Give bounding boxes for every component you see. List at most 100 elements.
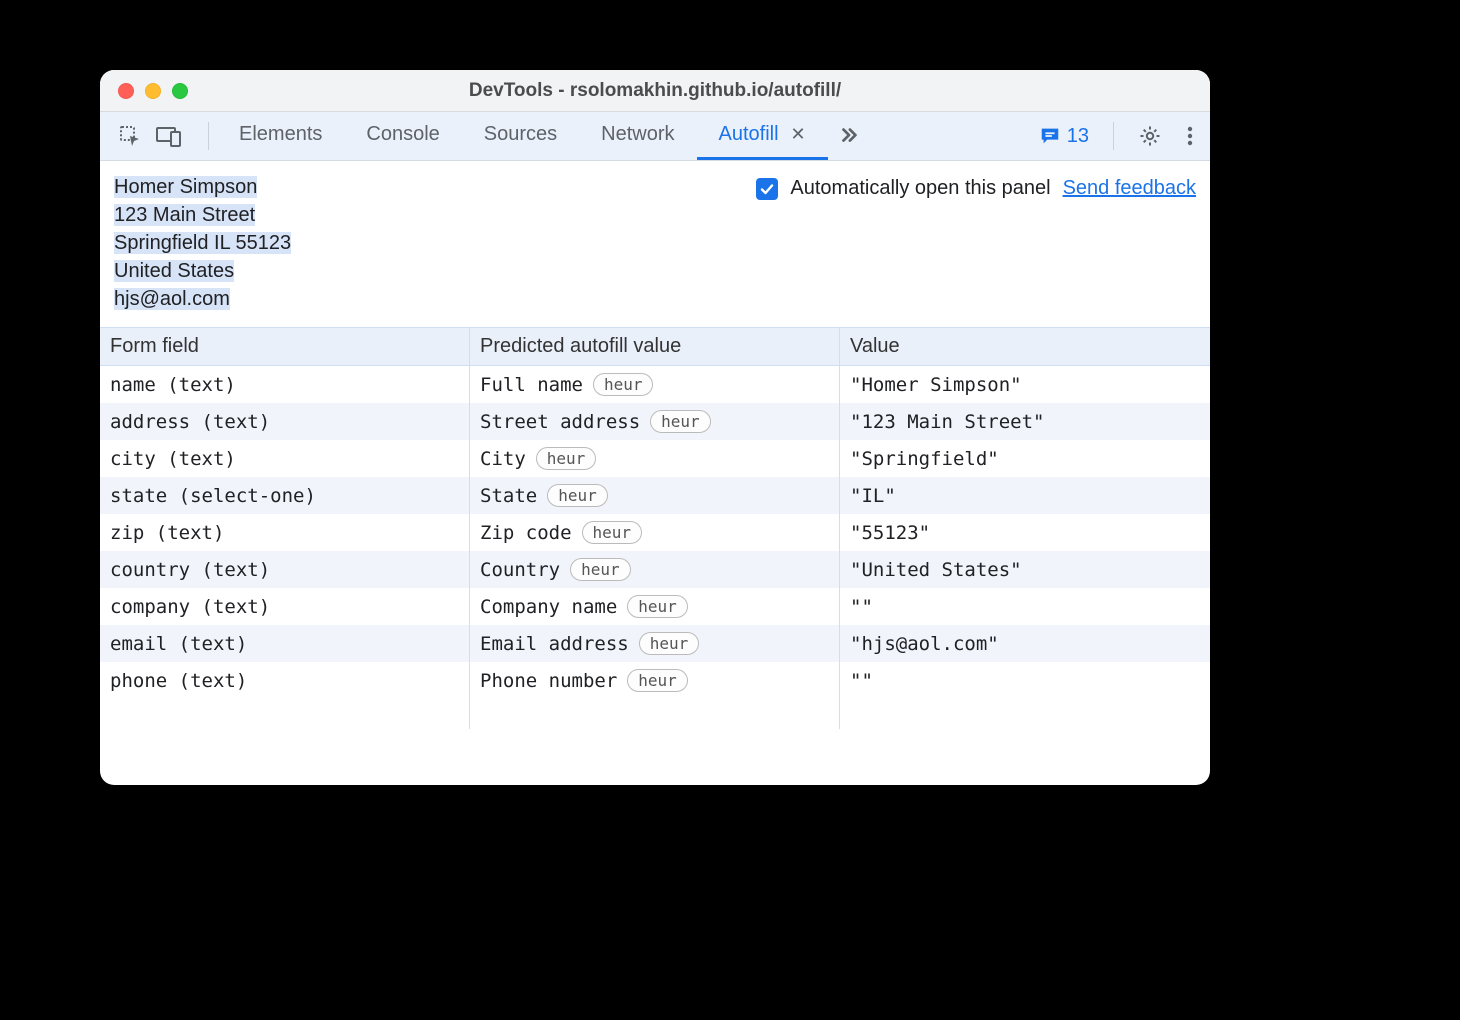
cell-predicted: Phone number heur — [470, 662, 840, 699]
settings-gear-icon[interactable] — [1138, 124, 1162, 148]
cell-value: "Springfield" — [840, 440, 1210, 477]
table-row[interactable]: zip (text)Zip codeheur"55123" — [100, 514, 1210, 551]
address-line: 123 Main Street — [114, 204, 255, 226]
cell-predicted: City heur — [470, 440, 840, 477]
cell-value: "United States" — [840, 551, 1210, 588]
more-tabs-icon[interactable] — [830, 125, 868, 147]
address-line: Springfield IL 55123 — [114, 232, 291, 254]
cell-predicted: Email address heur — [470, 625, 840, 662]
table-body: name (text)Full nameheur"Homer Simpson"a… — [100, 366, 1210, 699]
checkmark-icon — [759, 181, 775, 197]
cell-value: "hjs@aol.com" — [840, 625, 1210, 662]
heur-badge: heur — [627, 669, 688, 692]
tab-network[interactable]: Network — [579, 112, 696, 160]
cell-form-field: email (text) — [100, 625, 470, 662]
cell-predicted: Country heur — [470, 551, 840, 588]
table-row[interactable]: city (text) City heur "Springfield" — [100, 440, 1210, 477]
col-header-value[interactable]: Value — [840, 328, 1210, 365]
toolbar-separator — [208, 122, 209, 150]
address-line: Homer Simpson — [114, 176, 257, 198]
cell-form-field: company (text) — [100, 588, 470, 625]
col-header-form-field[interactable]: Form field — [100, 328, 470, 365]
tab-console[interactable]: Console — [344, 112, 461, 160]
heur-badge: heur — [582, 521, 643, 544]
heur-badge: heur — [650, 410, 711, 433]
cell-value: "" — [840, 662, 1210, 699]
tab-elements[interactable]: Elements — [217, 112, 344, 160]
predicted-label: Phone number — [480, 670, 617, 692]
table-row[interactable]: company (text) Company name heur "" — [100, 588, 1210, 625]
cell-predicted: Full name heur — [470, 366, 840, 403]
cell-form-field: address (text) — [100, 403, 470, 440]
tabs-container: Elements Console Sources Network Autofill ✕ — [217, 112, 828, 160]
titlebar: DevTools - rsolomakhin.github.io/autofil… — [100, 70, 1210, 112]
predicted-label: Zip code — [480, 522, 572, 544]
minimize-window-button[interactable] — [145, 83, 161, 99]
devtools-toolbar: Elements Console Sources Network Autofill ✕ 1… — [100, 112, 1210, 161]
tab-sources[interactable]: Sources — [462, 112, 579, 160]
messages-indicator[interactable]: 13 — [1039, 125, 1089, 148]
tab-label: Network — [601, 123, 674, 146]
predicted-label: Country — [480, 559, 560, 581]
tab-autofill[interactable]: Autofill ✕ — [697, 112, 828, 160]
address-preview: Homer Simpson 123 Main Street Springfield … — [114, 173, 291, 313]
predicted-label: Street address — [480, 411, 640, 433]
window-title: DevTools - rsolomakhin.github.io/autofil… — [100, 80, 1210, 102]
cell-form-field: country (text) — [100, 551, 470, 588]
zoom-window-button[interactable] — [172, 83, 188, 99]
message-icon — [1039, 125, 1061, 147]
predicted-label: City — [480, 448, 526, 470]
kebab-menu-icon[interactable] — [1180, 124, 1200, 148]
cell-form-field: state (select-one) — [100, 477, 470, 514]
table-header-row: Form field Predicted autofill value Valu… — [100, 328, 1210, 366]
toolbar-separator — [1113, 122, 1114, 150]
panel-header: Homer Simpson 123 Main Street Springfield … — [100, 161, 1210, 327]
tab-label: Autofill — [719, 123, 779, 146]
table-row[interactable]: address (text) Street address heur "123 Mai… — [100, 403, 1210, 440]
send-feedback-link[interactable]: Send feedback — [1063, 177, 1196, 200]
cell-value: "" — [840, 588, 1210, 625]
tab-label: Elements — [239, 123, 322, 146]
cell-value: "123 Main Street" — [840, 403, 1210, 440]
heur-badge: heur — [593, 373, 654, 396]
heur-badge: heur — [627, 595, 688, 618]
device-toolbar-icon[interactable] — [156, 125, 182, 147]
window-controls — [118, 83, 188, 99]
heur-badge: heur — [547, 484, 608, 507]
table-row[interactable]: phone (text) Phone number heur "" — [100, 662, 1210, 699]
heur-badge: heur — [570, 558, 631, 581]
cell-predicted: Company name heur — [470, 588, 840, 625]
table-row[interactable]: name (text)Full nameheur"Homer Simpson" — [100, 366, 1210, 403]
cell-predicted: State heur — [470, 477, 840, 514]
cell-predicted: Street address heur — [470, 403, 840, 440]
predicted-label: State — [480, 485, 537, 507]
tab-label: Console — [366, 123, 439, 146]
predicted-label: Full name — [480, 374, 583, 396]
predicted-label: Company name — [480, 596, 617, 618]
auto-open-checkbox[interactable] — [756, 178, 778, 200]
table-row[interactable]: country (text) Country heur "United States" — [100, 551, 1210, 588]
heur-badge: heur — [639, 632, 700, 655]
inspect-element-icon[interactable] — [118, 124, 142, 148]
cell-predicted: Zip code heur — [470, 514, 840, 551]
col-header-predicted[interactable]: Predicted autofill value — [470, 328, 840, 365]
table-row[interactable]: email (text) Email address heur "hjs@aol.co… — [100, 625, 1210, 662]
devtools-window: DevTools - rsolomakhin.github.io/autofil… — [100, 70, 1210, 785]
auto-open-label: Automatically open this panel — [790, 177, 1050, 200]
address-line: United States — [114, 260, 234, 282]
autofill-table: Form field Predicted autofill value Valu… — [100, 327, 1210, 785]
messages-count: 13 — [1067, 125, 1089, 148]
cell-form-field: name (text) — [100, 366, 470, 403]
heur-badge: heur — [536, 447, 597, 470]
table-empty-area — [100, 699, 1210, 729]
cell-value: "55123" — [840, 514, 1210, 551]
cell-form-field: city (text) — [100, 440, 470, 477]
table-row[interactable]: state (select-one) State heur "IL" — [100, 477, 1210, 514]
close-tab-icon[interactable]: ✕ — [787, 124, 806, 145]
cell-form-field: phone (text) — [100, 662, 470, 699]
close-window-button[interactable] — [118, 83, 134, 99]
cell-value: "IL" — [840, 477, 1210, 514]
address-line: hjs@aol.com — [114, 288, 230, 310]
tab-label: Sources — [484, 123, 557, 146]
predicted-label: Email address — [480, 633, 629, 655]
